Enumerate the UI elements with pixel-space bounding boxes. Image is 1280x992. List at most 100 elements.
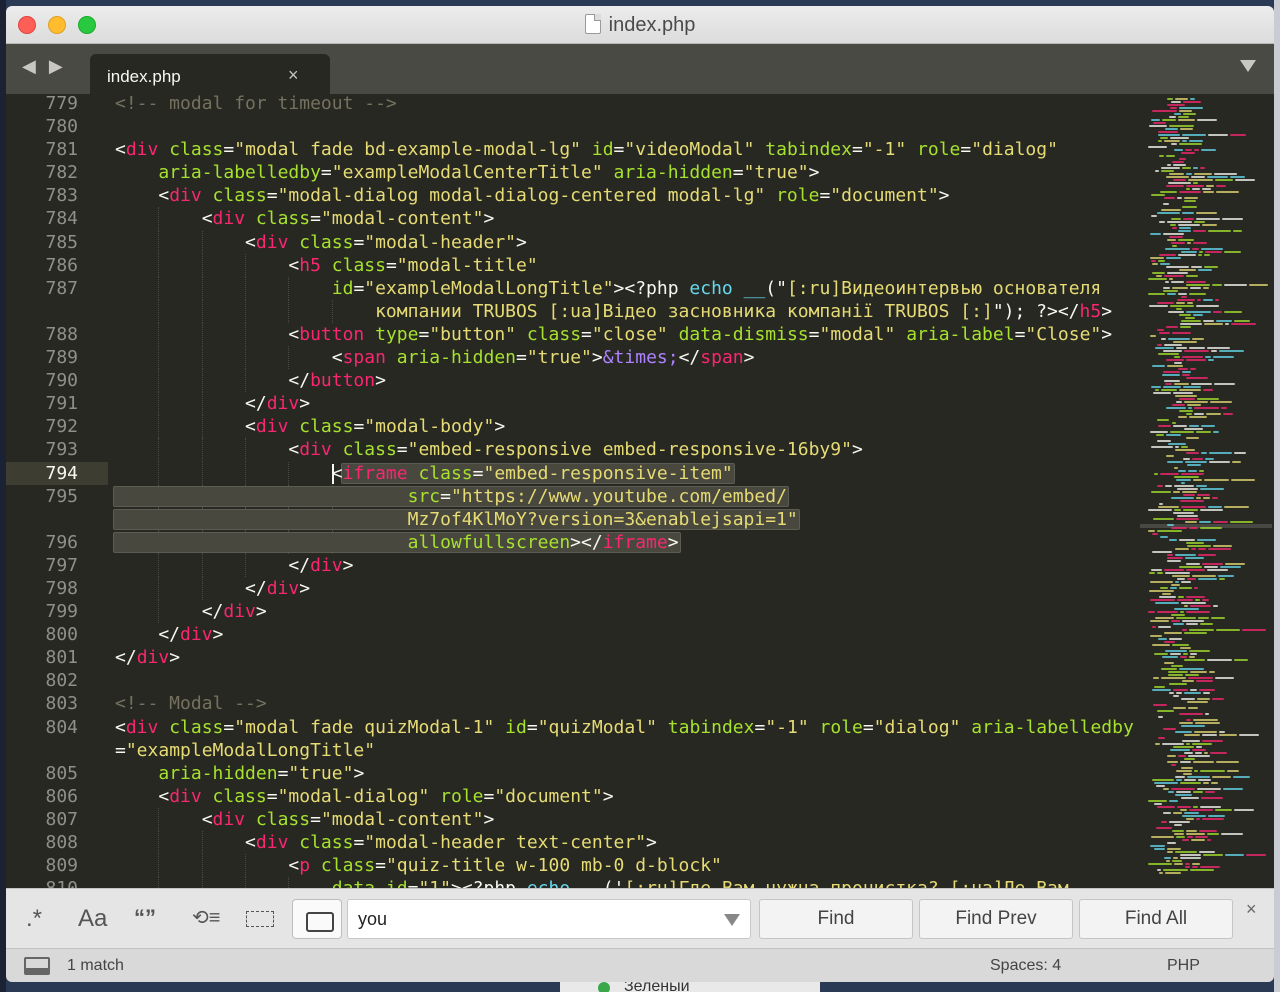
minimap[interactable] xyxy=(1140,94,1272,888)
minimap-stroke xyxy=(1185,557,1204,559)
syntax-selector[interactable]: PHP xyxy=(1167,957,1200,975)
minimap-stroke xyxy=(1191,176,1205,178)
tab-index-php[interactable]: index.php × xyxy=(90,54,330,94)
minimap-stroke xyxy=(1203,692,1210,694)
minimap-stroke xyxy=(1179,110,1192,112)
minimap-stroke xyxy=(1160,191,1177,193)
minimap-stroke xyxy=(1211,617,1225,619)
minimap-stroke xyxy=(1200,527,1222,529)
minimap-stroke xyxy=(1179,410,1193,412)
minimap-stroke xyxy=(1151,260,1156,262)
minimap-stroke xyxy=(1176,791,1191,793)
case-sensitive-toggle[interactable]: Aa xyxy=(78,905,107,933)
minimap-stroke xyxy=(1199,521,1211,523)
find-history-dropdown-icon[interactable] xyxy=(724,914,740,926)
minimap-stroke xyxy=(1171,143,1177,145)
minimap-stroke xyxy=(1170,653,1181,655)
title-bar[interactable]: index.php xyxy=(6,6,1274,44)
minimap-stroke xyxy=(1179,713,1203,715)
minimap-stroke xyxy=(1208,815,1225,817)
minimap-stroke xyxy=(1186,281,1206,283)
find-button[interactable]: Find xyxy=(759,899,913,939)
minimap-stroke xyxy=(1178,119,1195,121)
minimap-stroke xyxy=(1164,632,1182,634)
minimap-stroke xyxy=(1150,620,1169,622)
minimap-stroke xyxy=(1223,788,1243,790)
minimap-stroke xyxy=(1212,776,1231,778)
minimap-stroke xyxy=(1204,254,1210,256)
minimap-stroke xyxy=(1185,863,1190,865)
minimap-stroke xyxy=(1189,140,1203,142)
minimap-stroke xyxy=(1172,404,1185,406)
minimap-stroke xyxy=(1188,677,1213,679)
code-text: <div class="modal-body"> xyxy=(115,416,506,438)
minimap-stroke xyxy=(1192,188,1200,190)
minimap-stroke xyxy=(1167,164,1171,166)
minimap-stroke xyxy=(1193,791,1203,793)
minimap-stroke xyxy=(1219,350,1244,352)
minimap-stroke xyxy=(1161,668,1177,670)
find-prev-button[interactable]: Find Prev xyxy=(919,899,1073,939)
minimap-stroke xyxy=(1157,710,1174,712)
minimap-stroke xyxy=(1180,854,1201,856)
find-all-button[interactable]: Find All xyxy=(1079,899,1233,939)
minimap-stroke xyxy=(1179,143,1202,145)
minimap-stroke xyxy=(1166,359,1184,361)
in-selection-toggle-icon[interactable] xyxy=(246,911,274,927)
wrap-toggle[interactable]: ⟲≡ xyxy=(192,905,220,930)
close-find-panel-icon[interactable]: × xyxy=(1246,899,1257,920)
minimap-stroke xyxy=(1216,761,1239,763)
whole-word-toggle[interactable]: “” xyxy=(134,905,156,931)
tab-menu-icon[interactable] xyxy=(1240,60,1256,72)
minimap-stroke xyxy=(1204,566,1218,568)
minimap-stroke xyxy=(1183,458,1190,460)
line-number: 800 xyxy=(45,624,78,646)
minimap-stroke xyxy=(1194,173,1212,175)
minimap-stroke xyxy=(1154,848,1165,850)
minimap-stroke xyxy=(1179,389,1201,391)
minimap-stroke xyxy=(1207,176,1228,178)
minimap-stroke xyxy=(1204,266,1218,268)
regex-toggle[interactable]: .* xyxy=(26,905,42,933)
minimap-stroke xyxy=(1183,218,1194,220)
minimap-stroke xyxy=(1190,671,1207,673)
minimap-stroke xyxy=(1189,650,1210,652)
panel-toggle-icon[interactable] xyxy=(24,957,50,975)
code-text: <div class="modal-content"> xyxy=(115,208,495,230)
minimap-stroke xyxy=(1148,278,1167,280)
line-number: 781 xyxy=(45,139,78,161)
minimap-stroke xyxy=(1200,623,1213,625)
minimap-stroke xyxy=(1179,191,1201,193)
tab-close-icon[interactable]: × xyxy=(288,65,299,86)
minimap-stroke xyxy=(1175,794,1192,796)
minimap-stroke xyxy=(1213,605,1218,607)
minimap-stroke xyxy=(1178,224,1200,226)
minimap-stroke xyxy=(1224,284,1247,286)
minimap-stroke xyxy=(1162,656,1178,658)
minimap-stroke xyxy=(1216,320,1232,322)
highlight-matches-toggle-icon[interactable] xyxy=(292,899,342,939)
find-query[interactable]: you xyxy=(358,909,387,930)
code-text: aria-labelledby="exampleModalCenterTitle… xyxy=(158,162,820,184)
minimap-stroke xyxy=(1171,584,1180,586)
minimap-stroke xyxy=(1177,806,1191,808)
minimap-stroke xyxy=(1158,506,1179,508)
tab-nav-arrows-icon[interactable]: ◀ ▶ xyxy=(22,56,67,77)
minimap-stroke xyxy=(1167,761,1178,763)
minimap-stroke xyxy=(1151,119,1160,121)
minimap-stroke xyxy=(1166,326,1178,328)
code-editor[interactable]: 779 <!-- modal for timeout --> 780 781 <div … xyxy=(6,94,1274,888)
indentation-setting[interactable]: Spaces: 4 xyxy=(990,957,1061,975)
text-caret xyxy=(331,463,334,484)
minimap-stroke xyxy=(1158,737,1165,739)
minimap-stroke xyxy=(1190,287,1201,289)
minimap-stroke xyxy=(1203,320,1214,322)
minimap-stroke xyxy=(1182,134,1206,136)
find-input[interactable]: you xyxy=(347,899,751,939)
minimap-stroke xyxy=(1172,644,1189,646)
minimap-stroke xyxy=(1180,857,1201,859)
minimap-stroke xyxy=(1212,698,1224,700)
minimap-stroke xyxy=(1165,485,1172,487)
minimap-stroke xyxy=(1195,752,1202,754)
code-text: <div class="modal-header"> xyxy=(115,231,527,253)
